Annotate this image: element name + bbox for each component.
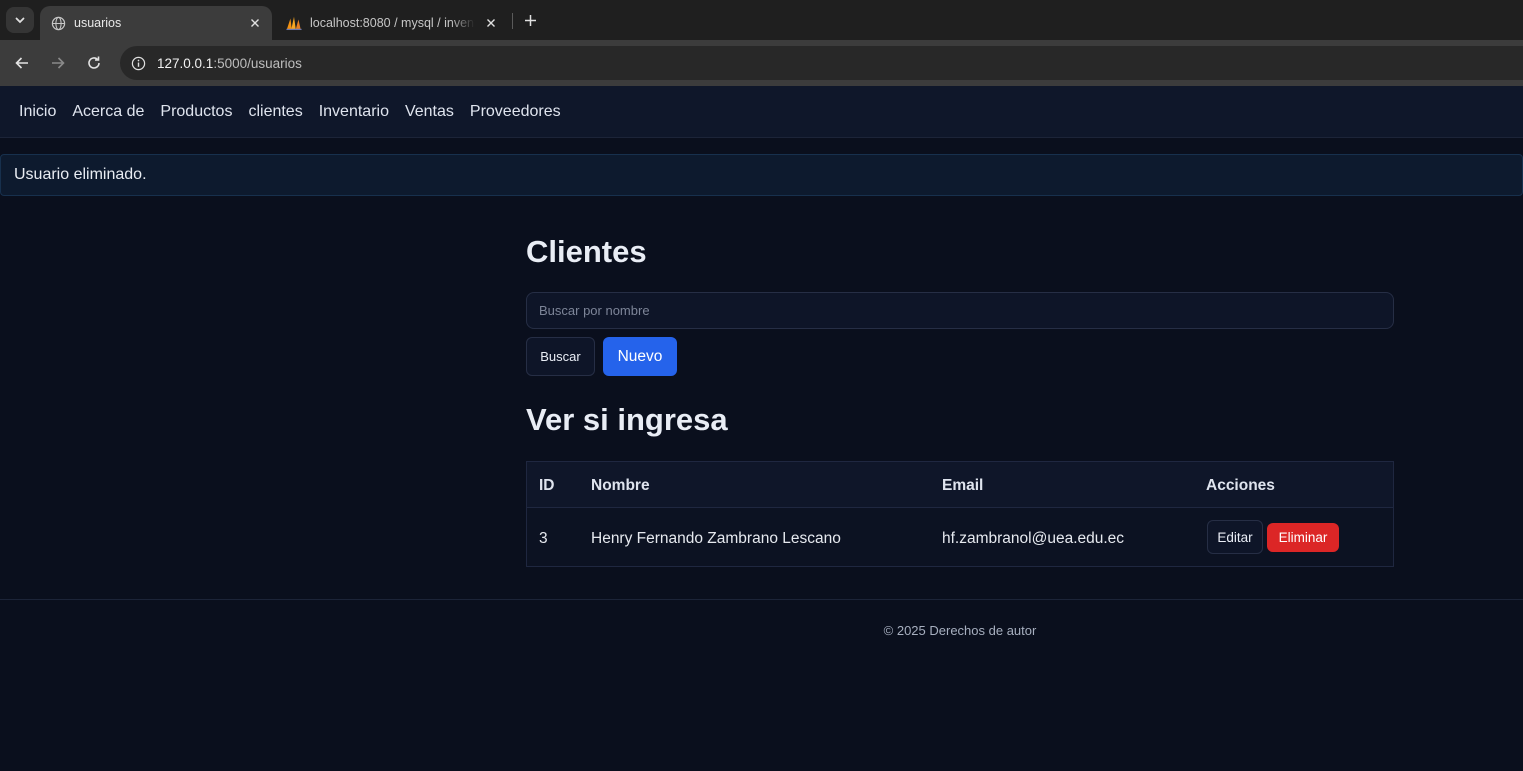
column-header-acciones: Acciones [1206, 477, 1275, 494]
site-navbar: Inicio Acerca de Productos clientes Inve… [0, 86, 1523, 138]
cell-nombre: Henry Fernando Zambrano Lescano [591, 530, 841, 547]
nav-item-acerca-de[interactable]: Acerca de [72, 103, 144, 121]
cell-id: 3 [539, 530, 548, 547]
new-tab-button[interactable] [518, 8, 542, 32]
page-title: Clientes [526, 234, 647, 269]
column-header-id: ID [539, 477, 555, 494]
tab-title: usuarios [74, 16, 122, 30]
cell-email: hf.zambranol@uea.edu.ec [942, 530, 1125, 547]
reload-icon [88, 56, 100, 69]
search-button[interactable]: Buscar [526, 337, 595, 376]
tab-separator [512, 13, 513, 29]
nav-item-inicio[interactable]: Inicio [19, 103, 56, 121]
browser-tab-strip: usuarios localhost:8080 / mysql / invent… [0, 0, 1523, 40]
tab-phpmyadmin[interactable]: localhost:8080 / mysql / inventario [276, 6, 508, 40]
forward-button[interactable] [46, 51, 70, 75]
clients-table: ID Nombre Email Acciones 3 Henry Fernand… [526, 461, 1394, 567]
close-icon[interactable] [246, 14, 264, 32]
arrow-right-icon [52, 57, 65, 69]
section-title: Ver si ingresa [526, 402, 728, 437]
search-input[interactable] [526, 292, 1394, 329]
tab-search-button[interactable] [6, 7, 34, 33]
nav-item-ventas[interactable]: Ventas [405, 103, 454, 121]
edit-button[interactable]: Editar [1207, 520, 1263, 554]
nav-item-inventario[interactable]: Inventario [319, 103, 389, 121]
footer-divider [0, 599, 1523, 600]
nav-item-clientes[interactable]: clientes [248, 103, 302, 121]
site-info-icon[interactable] [128, 53, 148, 73]
url-path: :5000/usuarios [213, 55, 302, 71]
flash-message: Usuario eliminado. [0, 154, 1523, 196]
url-text: 127.0.0.1:5000/usuarios [157, 56, 302, 71]
footer-text: © 2025 Derechos de autor [883, 623, 1037, 638]
column-header-nombre: Nombre [591, 477, 650, 494]
chevron-down-icon [15, 17, 25, 24]
nav-item-productos[interactable]: Productos [160, 103, 232, 121]
page: Inicio Acerca de Productos clientes Inve… [0, 86, 1523, 771]
browser-toolbar: 127.0.0.1:5000/usuarios [0, 40, 1523, 86]
back-button[interactable] [10, 51, 34, 75]
reload-button[interactable] [82, 51, 106, 75]
plus-icon [524, 14, 536, 26]
tab-title: localhost:8080 / mysql / inventario [310, 16, 475, 30]
new-button[interactable]: Nuevo [603, 337, 677, 376]
arrow-left-icon [15, 57, 28, 69]
close-icon[interactable] [482, 14, 500, 32]
globe-icon [50, 15, 66, 31]
column-header-email: Email [942, 477, 984, 494]
url-host: 127.0.0.1 [157, 55, 214, 71]
tab-usuarios[interactable]: usuarios [40, 6, 272, 40]
nav-item-proveedores[interactable]: Proveedores [470, 103, 561, 121]
table-header: ID Nombre Email Acciones [527, 462, 1393, 508]
delete-button[interactable]: Eliminar [1267, 523, 1339, 552]
address-bar[interactable]: 127.0.0.1:5000/usuarios [120, 46, 1523, 80]
phpmyadmin-icon [286, 15, 302, 31]
